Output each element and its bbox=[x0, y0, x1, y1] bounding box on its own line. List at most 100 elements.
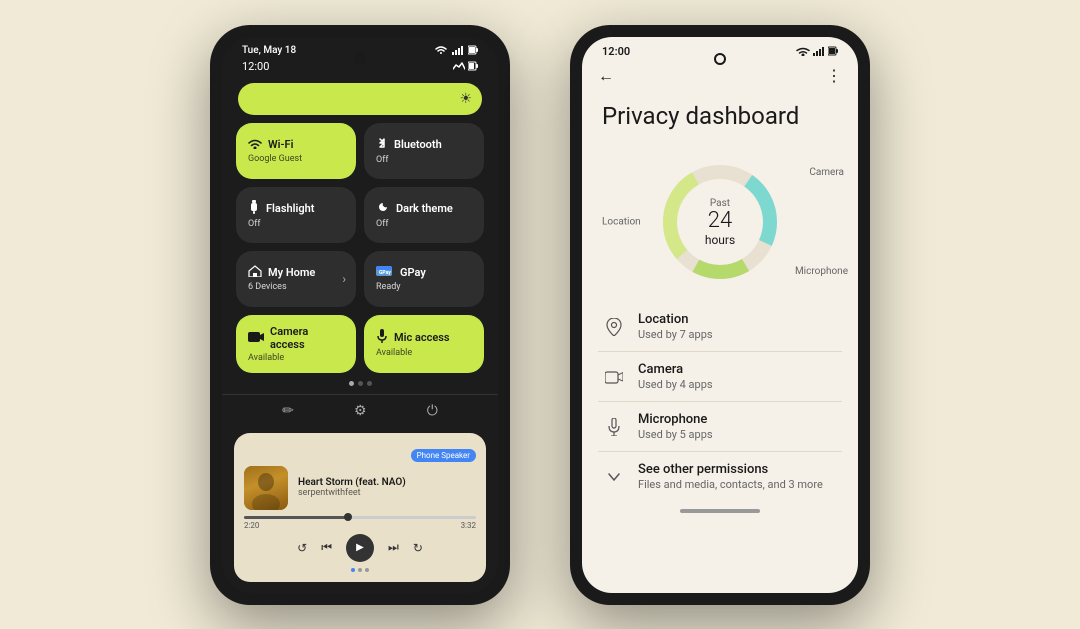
wifi-tile[interactable]: Wi-Fi Google Guest bbox=[236, 123, 356, 179]
music-player: Phone Speaker Heart Storm (feat. bbox=[234, 433, 486, 582]
power-button[interactable]: ⏻ bbox=[427, 403, 438, 419]
pd-legend-camera: Camera bbox=[809, 167, 844, 178]
music-artist: serpentwithfeet bbox=[298, 488, 476, 498]
pd-other-permissions-title: See other permissions bbox=[638, 462, 838, 477]
phone1: Tue, May 18 bbox=[210, 25, 510, 605]
camera-access-tile-title: Camera access bbox=[270, 325, 344, 351]
pd-microphone-icon bbox=[602, 415, 626, 439]
music-info-row: Heart Storm (feat. NAO) serpentwithfeet bbox=[244, 466, 476, 510]
pd-list: Location Used by 7 apps Camera Used bbox=[582, 302, 858, 501]
pd-chart-center-text: Past 24 hours bbox=[705, 198, 735, 247]
music-play-button[interactable]: ▶ bbox=[346, 534, 374, 562]
pd-status-icons bbox=[796, 46, 838, 56]
music-progress-dot bbox=[344, 513, 352, 521]
edit-button[interactable]: ✏ bbox=[282, 403, 294, 419]
mic-access-tile-title: Mic access bbox=[394, 331, 450, 344]
pd-camera-sub: Used by 4 apps bbox=[638, 378, 838, 391]
wifi-tile-icon bbox=[248, 137, 262, 152]
pd-location-sub: Used by 7 apps bbox=[638, 328, 838, 341]
pd-camera-icon bbox=[602, 365, 626, 389]
pd-microphone-item[interactable]: Microphone Used by 5 apps bbox=[598, 402, 842, 452]
music-dot-3 bbox=[365, 568, 369, 572]
bluetooth-tile-title: Bluetooth bbox=[394, 138, 442, 151]
pd-expand-icon bbox=[602, 465, 626, 489]
flashlight-tile[interactable]: Flashlight Off bbox=[236, 187, 356, 243]
mic-access-tile[interactable]: Mic access Available bbox=[364, 315, 484, 373]
wifi-status-icon bbox=[434, 45, 448, 55]
camera-access-tile-icon bbox=[248, 330, 264, 345]
brightness-icon: ☀ bbox=[459, 91, 472, 107]
pd-home-bar bbox=[582, 501, 858, 517]
svg-text:GPay: GPay bbox=[379, 270, 391, 276]
gpay-tile[interactable]: GPay GPay Ready bbox=[364, 251, 484, 307]
pd-legend-location: Location bbox=[602, 217, 641, 228]
camera-access-tile[interactable]: Camera access Available bbox=[236, 315, 356, 373]
dark-theme-tile-sub: Off bbox=[376, 219, 472, 229]
phone2-screen: 12:00 bbox=[582, 37, 858, 593]
bluetooth-tile-sub: Off bbox=[376, 155, 472, 165]
music-text: Heart Storm (feat. NAO) serpentwithfeet bbox=[298, 477, 476, 498]
music-time-total: 3:32 bbox=[461, 521, 476, 530]
music-page-dots bbox=[244, 568, 476, 572]
pd-microphone-title: Microphone bbox=[638, 412, 838, 427]
bluetooth-tile-icon bbox=[376, 136, 388, 153]
pd-camera-item[interactable]: Camera Used by 4 apps bbox=[598, 352, 842, 402]
music-next-button[interactable]: ⏭ bbox=[388, 540, 399, 555]
music-prev-button[interactable]: ⏮ bbox=[321, 540, 332, 555]
mic-access-tile-icon bbox=[376, 329, 388, 346]
phone1-extra-icons bbox=[453, 61, 478, 71]
pd-other-permissions-item[interactable]: See other permissions Files and media, c… bbox=[598, 452, 842, 501]
pd-other-permissions-sub: Files and media, contacts, and 3 more bbox=[638, 478, 838, 491]
battery-icon2 bbox=[468, 61, 478, 71]
phone1-status-icons bbox=[434, 45, 478, 55]
music-output-label: Phone Speaker bbox=[244, 443, 476, 462]
pd-chart-area: Location Camera Microphone Past bbox=[582, 142, 858, 302]
pd-wifi-icon bbox=[796, 46, 810, 56]
dark-theme-tile-title: Dark theme bbox=[396, 202, 453, 215]
pd-camera-text: Camera Used by 4 apps bbox=[638, 362, 838, 391]
flashlight-tile-icon bbox=[248, 200, 260, 217]
music-dot-2 bbox=[358, 568, 362, 572]
music-progress-bar bbox=[244, 516, 476, 519]
phone2-camera-cutout bbox=[714, 53, 726, 65]
music-forward-button[interactable]: ↻ bbox=[413, 541, 423, 555]
music-progress-fill bbox=[244, 516, 348, 519]
phone1-screen: Tue, May 18 bbox=[222, 37, 498, 593]
settings-button[interactable]: ⚙ bbox=[354, 403, 367, 419]
pd-location-item[interactable]: Location Used by 7 apps bbox=[598, 302, 842, 352]
brightness-slider[interactable]: ☀ bbox=[238, 83, 482, 115]
pd-chart-unit: hours bbox=[705, 233, 735, 247]
phone1-camera-cutout bbox=[354, 53, 366, 65]
music-title: Heart Storm (feat. NAO) bbox=[298, 477, 476, 488]
pd-home-indicator bbox=[680, 509, 760, 513]
pd-back-button[interactable]: ← bbox=[598, 66, 614, 86]
pd-chart-hours: 24 bbox=[705, 209, 735, 233]
qs-toolbar: ✏ ⚙ ⏻ bbox=[222, 394, 498, 427]
phone2: 12:00 bbox=[570, 25, 870, 605]
quick-settings-tiles: Wi-Fi Google Guest Bluetooth Off bbox=[222, 123, 498, 373]
gpay-tile-sub: Ready bbox=[376, 282, 472, 292]
pd-location-icon bbox=[602, 315, 626, 339]
flashlight-tile-title: Flashlight bbox=[266, 202, 314, 215]
music-dot-1 bbox=[351, 568, 355, 572]
phones-container: Tue, May 18 bbox=[0, 0, 1080, 629]
pd-time: 12:00 bbox=[602, 45, 630, 58]
dark-theme-tile[interactable]: Dark theme Off bbox=[364, 187, 484, 243]
my-home-tile[interactable]: My Home › 6 Devices bbox=[236, 251, 356, 307]
qs-dot-2 bbox=[358, 381, 363, 386]
pd-camera-title: Camera bbox=[638, 362, 838, 377]
camera-access-tile-sub: Available bbox=[248, 353, 344, 363]
battery-status-icon bbox=[468, 45, 478, 55]
music-times: 2:20 3:32 bbox=[244, 521, 476, 530]
music-progress[interactable]: 2:20 3:32 bbox=[244, 516, 476, 530]
pd-other-permissions-text: See other permissions Files and media, c… bbox=[638, 462, 838, 491]
music-time-current: 2:20 bbox=[244, 521, 259, 530]
music-replay-button[interactable]: ↺ bbox=[297, 541, 307, 555]
pd-page-title: Privacy dashboard bbox=[582, 94, 858, 143]
pd-more-button[interactable]: ⋮ bbox=[826, 66, 842, 85]
phone1-time: 12:00 bbox=[242, 60, 269, 73]
qs-dot-1 bbox=[349, 381, 354, 386]
pd-microphone-sub: Used by 5 apps bbox=[638, 428, 838, 441]
bluetooth-tile[interactable]: Bluetooth Off bbox=[364, 123, 484, 179]
flashlight-tile-sub: Off bbox=[248, 219, 344, 229]
